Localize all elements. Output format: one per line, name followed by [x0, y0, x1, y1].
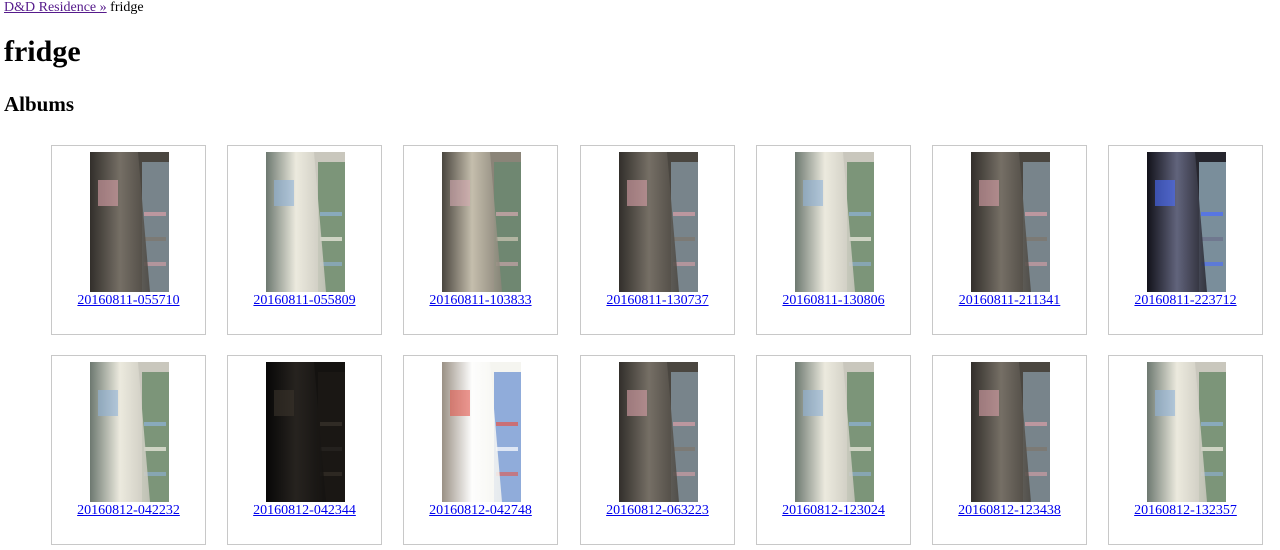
album-card[interactable]: 20160811-211341	[932, 145, 1087, 335]
album-thumbnail[interactable]	[90, 152, 169, 292]
album-thumbnail-image	[795, 362, 874, 502]
album-link[interactable]: 20160812-042344	[228, 503, 381, 519]
album-card[interactable]: 20160812-132357	[1108, 355, 1263, 545]
album-card[interactable]: 20160811-130806	[756, 145, 911, 335]
album-link[interactable]: 20160811-130737	[581, 293, 734, 309]
album-thumbnail[interactable]	[90, 362, 169, 502]
album-card[interactable]: 20160811-103833	[403, 145, 558, 335]
album-thumbnail[interactable]	[795, 362, 874, 502]
album-thumbnail-image	[90, 362, 169, 502]
album-link[interactable]: 20160812-132357	[1109, 503, 1262, 519]
album-thumbnail[interactable]	[442, 362, 521, 502]
album-thumbnail-image	[619, 152, 698, 292]
album-thumbnail-image	[619, 362, 698, 502]
album-thumbnail-image	[795, 152, 874, 292]
album-link[interactable]: 20160811-223712	[1109, 293, 1262, 309]
album-card[interactable]: 20160812-123024	[756, 355, 911, 545]
album-card[interactable]: 20160811-055710	[51, 145, 206, 335]
album-thumbnail-image	[266, 362, 345, 502]
album-thumbnail[interactable]	[619, 152, 698, 292]
album-card[interactable]: 20160812-063223	[580, 355, 735, 545]
album-link[interactable]: 20160811-055809	[228, 293, 381, 309]
album-thumbnail-image	[266, 152, 345, 292]
album-link[interactable]: 20160812-123438	[933, 503, 1086, 519]
album-thumbnail-image	[1147, 152, 1226, 292]
album-thumbnail[interactable]	[1147, 362, 1226, 502]
album-thumbnail-image	[442, 152, 521, 292]
album-thumbnail-image	[1147, 362, 1226, 502]
album-thumbnail[interactable]	[442, 152, 521, 292]
album-thumbnail[interactable]	[619, 362, 698, 502]
album-thumbnail[interactable]	[266, 362, 345, 502]
album-link[interactable]: 20160812-042748	[404, 503, 557, 519]
album-link[interactable]: 20160812-042232	[52, 503, 205, 519]
album-link[interactable]: 20160812-063223	[581, 503, 734, 519]
album-card[interactable]: 20160812-042748	[403, 355, 558, 545]
album-card[interactable]: 20160812-042232	[51, 355, 206, 545]
album-thumbnail-image	[971, 152, 1050, 292]
album-card[interactable]: 20160811-130737	[580, 145, 735, 335]
album-card[interactable]: 20160812-123438	[932, 355, 1087, 545]
album-thumbnail-image	[90, 152, 169, 292]
album-link[interactable]: 20160812-123024	[757, 503, 910, 519]
album-card[interactable]: 20160812-042344	[227, 355, 382, 545]
album-thumbnail[interactable]	[266, 152, 345, 292]
album-link[interactable]: 20160811-130806	[757, 293, 910, 309]
album-thumbnail[interactable]	[971, 362, 1050, 502]
album-thumbnail[interactable]	[795, 152, 874, 292]
album-thumbnail-image	[442, 362, 521, 502]
album-link[interactable]: 20160811-211341	[933, 293, 1086, 309]
album-card[interactable]: 20160811-055809	[227, 145, 382, 335]
album-grid: 20160811-055710 20160811-055809 20160811-1…	[0, 0, 1280, 550]
album-link[interactable]: 20160811-103833	[404, 293, 557, 309]
album-thumbnail-image	[971, 362, 1050, 502]
album-link[interactable]: 20160811-055710	[52, 293, 205, 309]
album-card[interactable]: 20160811-223712	[1108, 145, 1263, 335]
album-thumbnail[interactable]	[1147, 152, 1226, 292]
album-thumbnail[interactable]	[971, 152, 1050, 292]
